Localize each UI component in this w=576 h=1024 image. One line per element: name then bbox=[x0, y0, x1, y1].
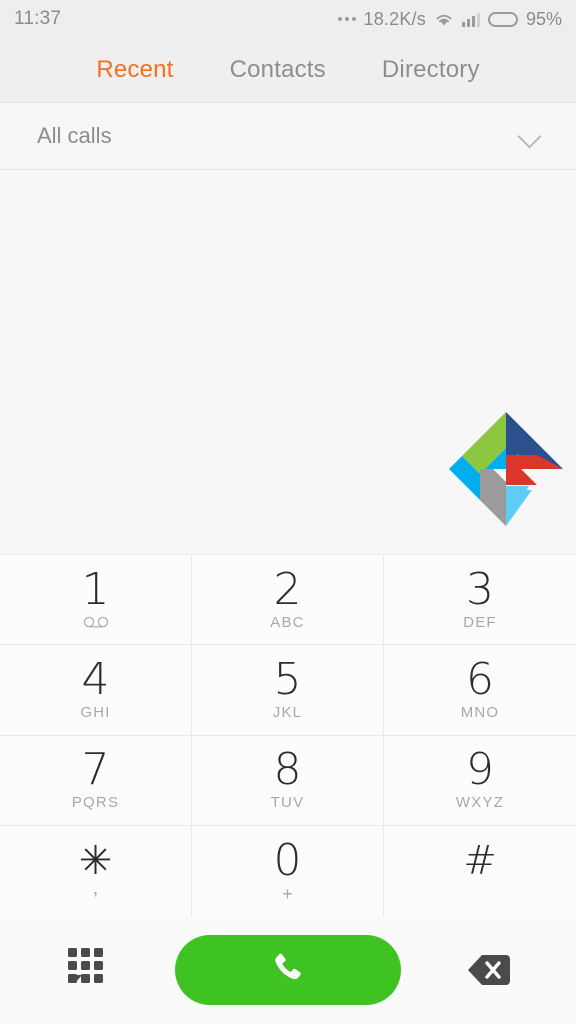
dialpad-key-6-letters: MNO bbox=[460, 703, 500, 721]
dialpad-key-0-sub: + bbox=[282, 883, 293, 904]
dialpad-key-star-digit: ✳ bbox=[78, 837, 113, 884]
tab-directory[interactable]: Directory bbox=[382, 56, 480, 84]
backspace-icon bbox=[465, 951, 513, 989]
dialpad-key-5-digit: 5 bbox=[273, 653, 302, 705]
dialpad-key-7-letters: PQRS bbox=[71, 794, 120, 812]
dialpad-key-9[interactable]: 9 WXYZ bbox=[384, 735, 576, 826]
dialpad-key-1-digit: 1 bbox=[81, 563, 110, 615]
dialer-action-bar bbox=[0, 916, 576, 1024]
tab-contacts[interactable]: Contacts bbox=[230, 56, 326, 84]
dialpad: 1 2 ABC 3 DEF 4 GHI 5 JKL 6 MNO 7 PQRS 8… bbox=[0, 555, 576, 916]
backspace-button[interactable] bbox=[401, 951, 576, 989]
dialpad-key-9-letters: WXYZ bbox=[455, 794, 505, 812]
dialpad-key-star[interactable]: ✳ , bbox=[0, 825, 192, 916]
dialpad-key-5-letters: JKL bbox=[272, 703, 303, 721]
dialpad-key-6[interactable]: 6 MNO bbox=[384, 645, 576, 736]
dialpad-key-4[interactable]: 4 GHI bbox=[0, 645, 192, 736]
dialpad-key-hash[interactable]: # bbox=[384, 825, 576, 916]
dialpad-key-8-digit: 8 bbox=[273, 744, 302, 796]
dialpad-key-hash-digit: # bbox=[463, 837, 497, 884]
battery-percent-text: 95% bbox=[525, 8, 562, 29]
call-icon bbox=[269, 949, 307, 992]
dialpad-key-3-letters: DEF bbox=[463, 613, 497, 631]
more-dots-icon bbox=[337, 17, 356, 21]
dialpad-key-4-letters: GHI bbox=[80, 703, 111, 721]
dialpad-key-9-digit: 9 bbox=[466, 744, 494, 796]
hide-keypad-button[interactable] bbox=[0, 948, 175, 1000]
dialpad-key-2[interactable]: 2 ABC bbox=[192, 555, 384, 646]
status-bar: 11:37 18.2K/s 95% bbox=[0, 0, 576, 38]
dialpad-key-7[interactable]: 7 PQRS bbox=[0, 735, 192, 826]
status-bar-right: 18.2K/s 95% bbox=[337, 8, 562, 30]
battery-icon bbox=[487, 11, 518, 27]
dialpad-key-star-sub: , bbox=[92, 876, 99, 899]
dialpad-key-3[interactable]: 3 DEF bbox=[384, 555, 576, 646]
dialpad-key-8[interactable]: 8 TUV bbox=[192, 735, 384, 826]
dialpad-key-1[interactable]: 1 bbox=[0, 555, 192, 646]
status-time: 11:37 bbox=[14, 8, 62, 29]
dialpad-key-0-digit: 0 bbox=[273, 834, 302, 886]
call-filter-dropdown[interactable]: All calls bbox=[0, 103, 576, 170]
dialpad-key-7-digit: 7 bbox=[81, 744, 110, 796]
dialpad-key-5[interactable]: 5 JKL bbox=[192, 645, 384, 736]
tab-recent[interactable]: Recent bbox=[96, 56, 173, 84]
call-log-empty-area bbox=[0, 170, 576, 555]
keypad-icon bbox=[67, 948, 108, 1000]
signal-icon bbox=[461, 12, 480, 27]
dialpad-key-3-digit: 3 bbox=[466, 563, 494, 615]
dialer-screen: 11:37 18.2K/s 95% Recent Contacts Direct… bbox=[0, 0, 576, 1024]
call-button[interactable] bbox=[175, 935, 401, 1005]
dialpad-key-4-digit: 4 bbox=[81, 653, 110, 705]
voicemail-icon bbox=[81, 614, 111, 632]
dialpad-key-0[interactable]: 0 + bbox=[192, 825, 384, 916]
network-speed-text: 18.2K/s bbox=[363, 8, 426, 29]
call-filter-label: All calls bbox=[37, 123, 112, 148]
wifi-icon bbox=[434, 12, 454, 27]
app-logo-watermark bbox=[447, 410, 565, 528]
chevron-down-arrow-icon bbox=[67, 975, 82, 1000]
dialpad-key-2-digit: 2 bbox=[273, 563, 302, 615]
dialpad-key-6-digit: 6 bbox=[466, 653, 494, 705]
tab-bar: Recent Contacts Directory bbox=[0, 38, 576, 103]
dialpad-key-2-letters: ABC bbox=[270, 613, 305, 631]
chevron-down-icon[interactable] bbox=[518, 123, 544, 149]
dialpad-key-8-letters: TUV bbox=[270, 794, 305, 812]
